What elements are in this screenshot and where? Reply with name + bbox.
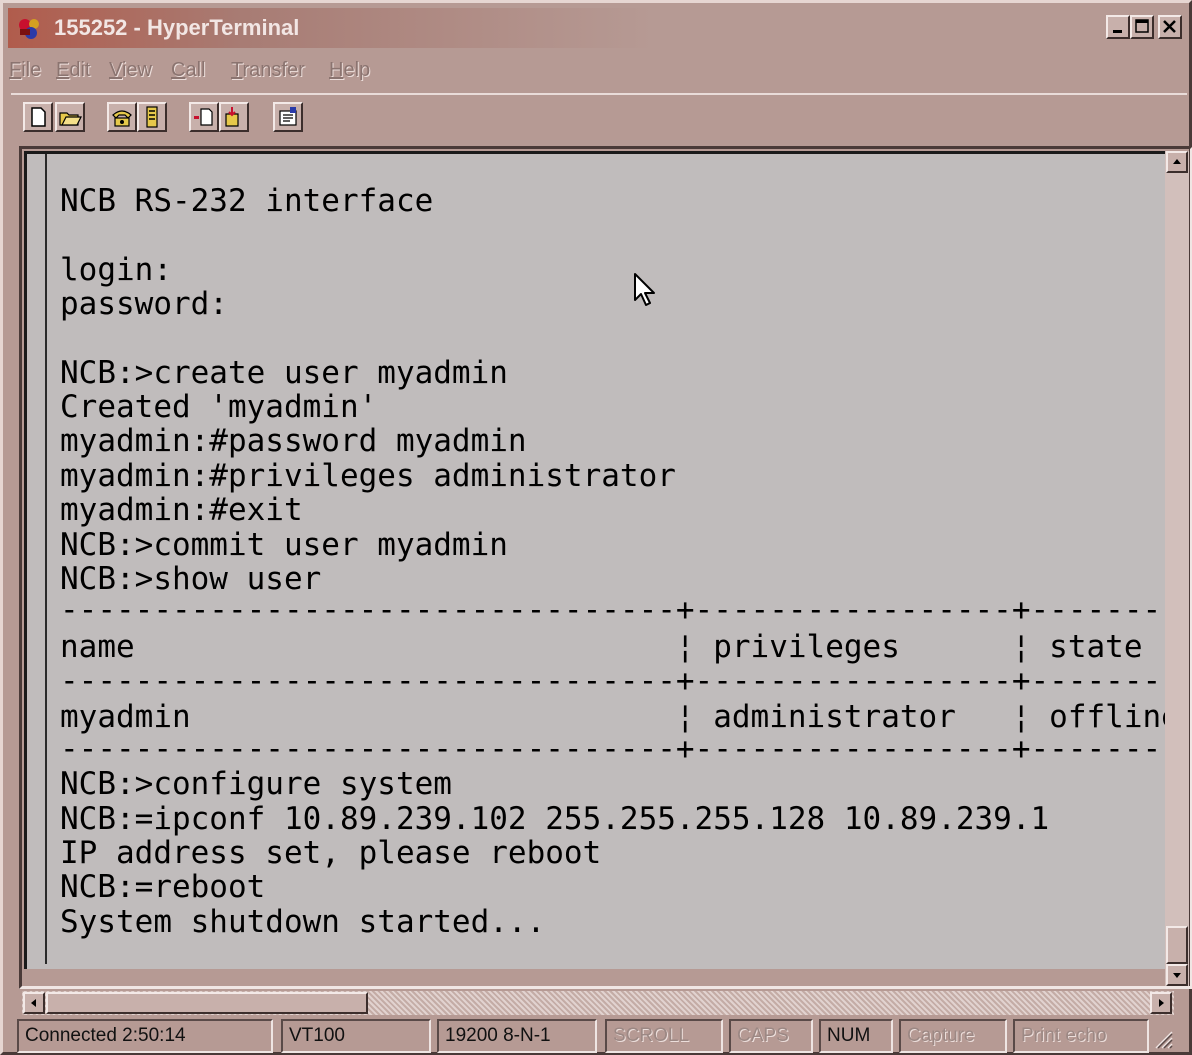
hyperterminal-icon[interactable] bbox=[16, 15, 44, 41]
terminal-line: NCB:>show user bbox=[60, 561, 322, 597]
maximize-button[interactable] bbox=[1130, 15, 1154, 39]
send-button[interactable] bbox=[189, 102, 219, 132]
resize-grip-icon[interactable] bbox=[1151, 1027, 1173, 1049]
menu-help[interactable]: Help bbox=[329, 59, 370, 82]
menu-transfer[interactable]: Transfer bbox=[231, 59, 305, 82]
terminal-line: NCB:>commit user myadmin bbox=[60, 527, 508, 563]
terminal-line: NCB:>create user myadmin bbox=[60, 355, 508, 391]
status-emulation: VT100 bbox=[281, 1019, 431, 1053]
status-print-echo: Print echo bbox=[1013, 1019, 1149, 1053]
window-title: 155252 - HyperTerminal bbox=[54, 15, 300, 40]
status-port-settings: 19200 8-N-1 bbox=[437, 1019, 597, 1053]
terminal-content: NCB RS-232 interface login: password: NC… bbox=[45, 154, 1165, 964]
new-connection-button[interactable] bbox=[23, 102, 53, 132]
terminal-line: myadmin:#privileges administrator bbox=[60, 458, 676, 494]
scroll-right-button[interactable] bbox=[1150, 992, 1172, 1014]
terminal-line: ---------------------------------+------… bbox=[60, 592, 1162, 628]
hyperterminal-window: 155252 - HyperTerminal File Edit View Ca… bbox=[0, 0, 1192, 1055]
terminal-screen[interactable]: NCB RS-232 interface login: password: NC… bbox=[24, 151, 1165, 969]
send-file-icon bbox=[194, 108, 213, 126]
disconnect-button[interactable] bbox=[137, 102, 167, 132]
receive-button[interactable] bbox=[219, 102, 249, 132]
terminal-line: myadmin:#exit bbox=[60, 492, 303, 528]
terminal-line: Created 'myadmin' bbox=[60, 389, 378, 425]
horizontal-scrollbar[interactable] bbox=[22, 991, 1174, 1015]
terminal-line: myadmin:#password myadmin bbox=[60, 423, 527, 459]
mouse-pointer-icon bbox=[634, 273, 655, 306]
menu-edit[interactable]: Edit bbox=[56, 59, 90, 82]
terminal-line: NCB:=ipconf 10.89.239.102 255.255.255.12… bbox=[60, 801, 1050, 837]
properties-icon bbox=[279, 107, 297, 126]
terminal-line: NCB:=reboot bbox=[60, 869, 266, 905]
status-capture: Capture bbox=[899, 1019, 1007, 1053]
terminal-line: login: bbox=[60, 252, 172, 288]
terminal-line: password: bbox=[60, 286, 228, 322]
status-bar: Connected 2:50:14 VT100 19200 8-N-1 SCRO… bbox=[17, 1019, 1177, 1053]
status-connected: Connected 2:50:14 bbox=[17, 1019, 273, 1053]
menu-call[interactable]: Call bbox=[171, 59, 205, 82]
arrow-up-icon bbox=[1173, 159, 1181, 164]
minimize-icon bbox=[1113, 30, 1122, 33]
horizontal-scroll-thumb[interactable] bbox=[46, 992, 368, 1014]
menu-view[interactable]: View bbox=[109, 59, 152, 82]
vertical-scroll-thumb[interactable] bbox=[1166, 926, 1188, 964]
minimize-button[interactable] bbox=[1106, 15, 1130, 39]
status-scroll: SCROLL bbox=[605, 1019, 723, 1053]
close-button[interactable] bbox=[1158, 15, 1182, 39]
receive-file-icon bbox=[225, 107, 239, 127]
vertical-scrollbar[interactable] bbox=[1165, 151, 1189, 986]
call-phone-icon bbox=[112, 110, 132, 127]
terminal-line: ---------------------------------+------… bbox=[60, 663, 1162, 699]
close-icon bbox=[1163, 20, 1176, 33]
terminal-line: myadmin ¦ administrator ¦ offline bbox=[60, 699, 1165, 735]
menu-file[interactable]: File bbox=[9, 59, 41, 82]
open-folder-icon bbox=[59, 112, 82, 126]
arrow-right-icon bbox=[1159, 999, 1164, 1007]
title-bar[interactable]: 155252 - HyperTerminal bbox=[8, 8, 1184, 48]
terminal-line: ---------------------------------+------… bbox=[60, 731, 1162, 767]
terminal-line: IP address set, please reboot bbox=[60, 835, 602, 871]
connect-button[interactable] bbox=[107, 102, 137, 132]
status-num: NUM bbox=[819, 1019, 893, 1053]
toolbar bbox=[11, 93, 1187, 139]
disconnect-phone-icon bbox=[146, 106, 158, 128]
open-button[interactable] bbox=[55, 102, 85, 132]
properties-button[interactable] bbox=[273, 102, 303, 132]
terminal-line: System shutdown started... bbox=[60, 904, 546, 940]
scroll-down-button[interactable] bbox=[1166, 964, 1188, 986]
scroll-left-button[interactable] bbox=[23, 992, 45, 1014]
terminal-line: NCB RS-232 interface bbox=[60, 183, 434, 219]
status-caps: CAPS bbox=[729, 1019, 813, 1053]
terminal-line: name ¦ privileges ¦ state bbox=[60, 629, 1143, 665]
terminal-line: NCB:>configure system bbox=[60, 766, 452, 802]
scroll-up-button[interactable] bbox=[1166, 151, 1188, 173]
arrow-left-icon bbox=[31, 999, 36, 1007]
new-document-icon bbox=[31, 107, 46, 127]
maximize-icon bbox=[1135, 19, 1149, 33]
arrow-down-icon bbox=[1173, 973, 1181, 978]
